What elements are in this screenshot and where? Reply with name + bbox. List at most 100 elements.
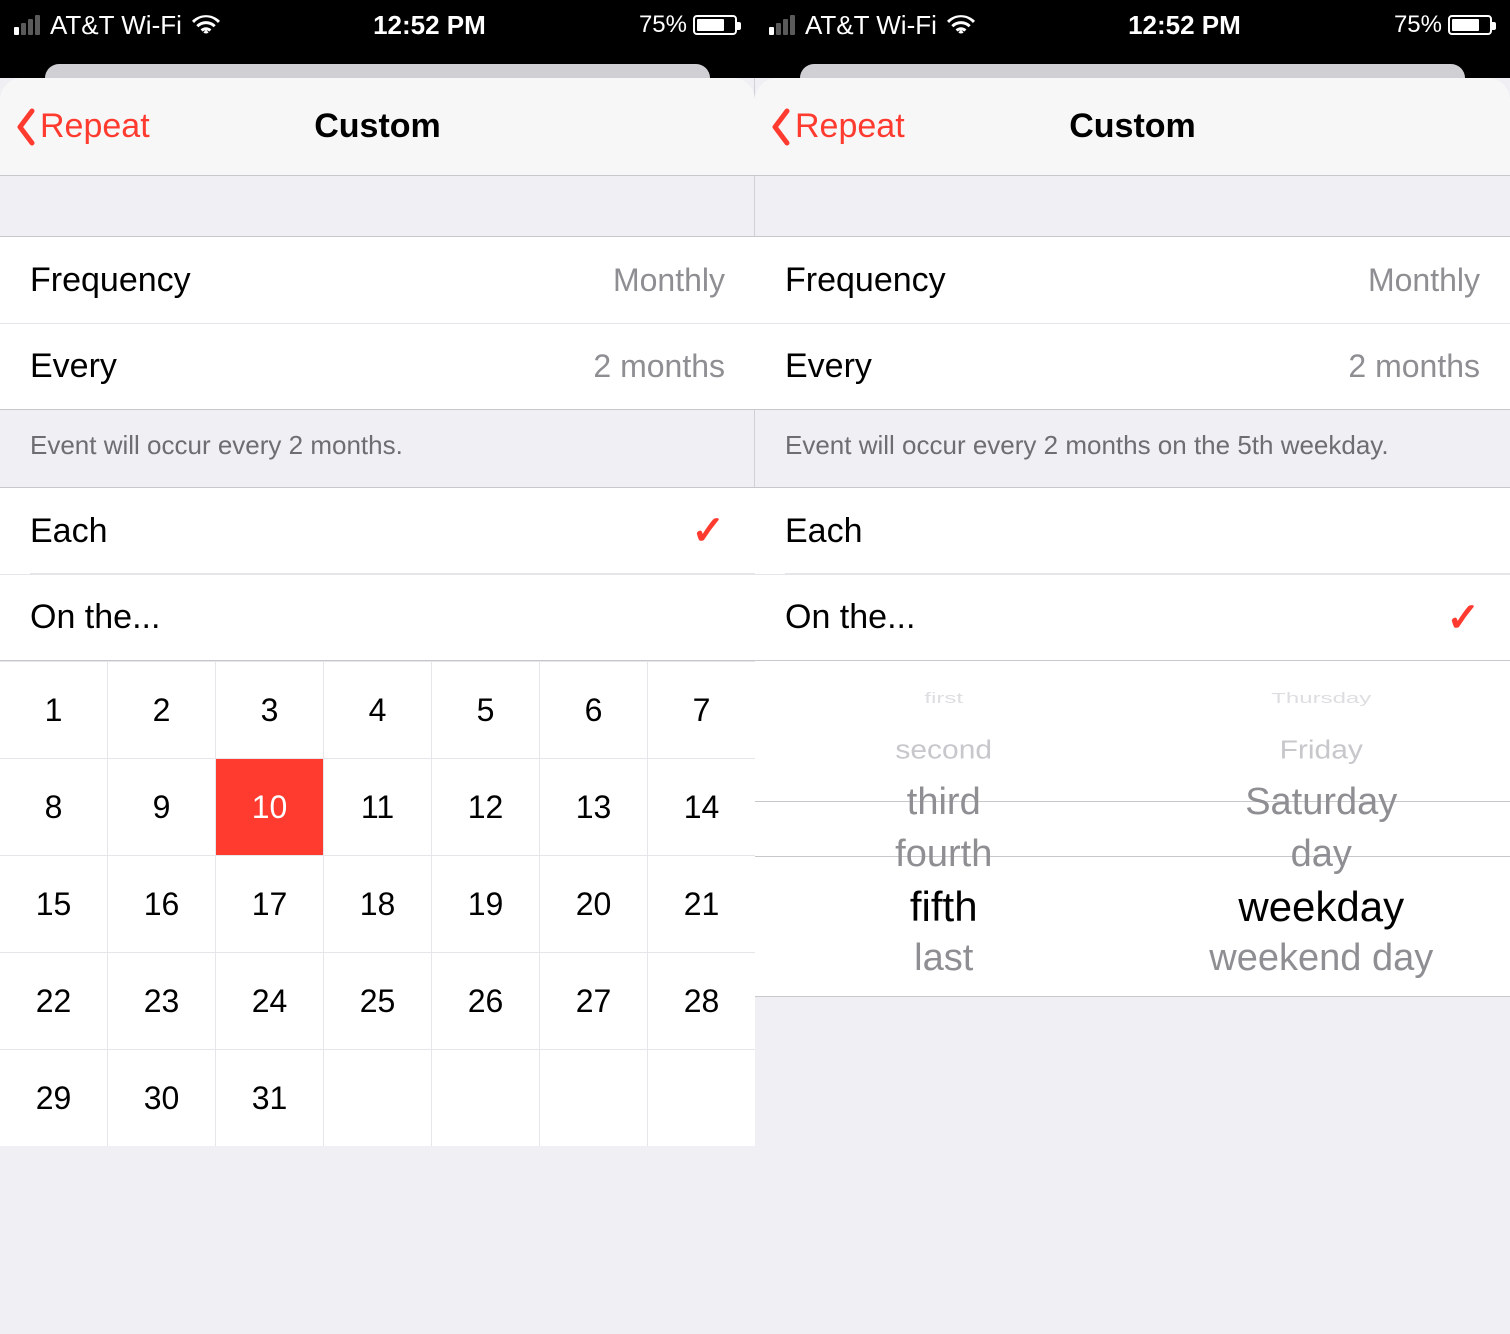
day-cell[interactable]: 9: [108, 759, 215, 855]
day-cell[interactable]: 16: [108, 856, 215, 952]
day-cell[interactable]: 18: [324, 856, 431, 952]
day-cell[interactable]: 31: [216, 1050, 323, 1146]
picker-row: first: [924, 683, 963, 714]
onthe-row[interactable]: On the...: [0, 574, 755, 660]
day-cell[interactable]: 1: [0, 662, 107, 758]
page-title: Custom: [1069, 107, 1196, 146]
battery-pct-label: 75%: [1394, 11, 1442, 39]
day-cell[interactable]: 23: [108, 953, 215, 1049]
day-cell[interactable]: 12: [432, 759, 539, 855]
day-cell[interactable]: 4: [324, 662, 431, 758]
frequency-value: Monthly: [1368, 262, 1480, 299]
sheet-backdrop: [0, 50, 755, 78]
day-cell: [324, 1050, 431, 1146]
picker-row: Saturday: [1245, 777, 1397, 829]
picker-row: third: [907, 777, 981, 829]
day-cell[interactable]: 7: [648, 662, 755, 758]
day-cell[interactable]: 27: [540, 953, 647, 1049]
frequency-row[interactable]: Frequency Monthly: [755, 237, 1510, 323]
day-cell: [432, 1050, 539, 1146]
nav-header: Repeat Custom: [755, 78, 1510, 176]
battery-icon: [693, 15, 737, 35]
picker-row: Friday: [1280, 728, 1363, 772]
battery-icon: [1448, 15, 1492, 35]
carrier-label: AT&T Wi-Fi: [50, 10, 182, 41]
carrier-label: AT&T Wi-Fi: [805, 10, 937, 41]
cell-signal-icon: [769, 15, 795, 35]
day-cell[interactable]: 25: [324, 953, 431, 1049]
onthe-label: On the...: [30, 598, 160, 637]
day-cell[interactable]: 29: [0, 1050, 107, 1146]
day-cell[interactable]: 5: [432, 662, 539, 758]
back-button[interactable]: Repeat: [769, 78, 905, 175]
back-button[interactable]: Repeat: [14, 78, 150, 175]
clock-label: 12:52 PM: [373, 10, 486, 41]
each-label: Each: [30, 512, 108, 551]
picker-wheel[interactable]: first second third fourth fifth last Thu…: [755, 661, 1510, 997]
wifi-icon: [192, 15, 220, 35]
every-row[interactable]: Every 2 months: [0, 323, 755, 409]
each-row[interactable]: Each: [755, 488, 1510, 574]
day-grid[interactable]: 1234567891011121314151617181920212223242…: [0, 661, 755, 1146]
each-row[interactable]: Each ✓: [0, 488, 755, 574]
picker-row-selected: fifth: [910, 881, 978, 933]
day-cell[interactable]: 13: [540, 759, 647, 855]
frequency-value: Monthly: [613, 262, 725, 299]
picker-row: last: [914, 933, 973, 985]
recurrence-summary: Event will occur every 2 months on the 5…: [755, 410, 1510, 487]
frequency-label: Frequency: [30, 261, 191, 300]
day-cell[interactable]: 30: [108, 1050, 215, 1146]
day-cell[interactable]: 8: [0, 759, 107, 855]
day-cell[interactable]: 21: [648, 856, 755, 952]
day-cell[interactable]: 6: [540, 662, 647, 758]
battery-indicator: 75%: [639, 11, 737, 39]
every-label: Every: [785, 347, 872, 386]
nav-header: Repeat Custom: [0, 78, 755, 176]
battery-pct-label: 75%: [639, 11, 687, 39]
sheet-backdrop: [755, 50, 1510, 78]
cell-signal-icon: [14, 15, 40, 35]
picker-day-column[interactable]: Thursday Friday Saturday day weekday wee…: [1133, 661, 1510, 996]
picker-row: day: [1291, 829, 1352, 881]
mode-group: Each ✓ On the...: [0, 487, 755, 661]
day-cell[interactable]: 10: [216, 759, 323, 855]
day-cell[interactable]: 2: [108, 662, 215, 758]
day-cell[interactable]: 24: [216, 953, 323, 1049]
battery-indicator: 75%: [1394, 11, 1492, 39]
screenshot-left: AT&T Wi-Fi 12:52 PM 75% R: [0, 0, 755, 1334]
day-cell[interactable]: 26: [432, 953, 539, 1049]
settings-group: Frequency Monthly Every 2 months: [755, 236, 1510, 410]
picker-ordinal-column[interactable]: first second third fourth fifth last: [755, 661, 1133, 996]
day-cell[interactable]: 20: [540, 856, 647, 952]
day-cell[interactable]: 19: [432, 856, 539, 952]
every-value: 2 months: [1348, 348, 1480, 385]
day-cell[interactable]: 22: [0, 953, 107, 1049]
day-cell[interactable]: 3: [216, 662, 323, 758]
onthe-row[interactable]: On the... ✓: [755, 574, 1510, 660]
day-cell: [648, 1050, 755, 1146]
day-cell[interactable]: 28: [648, 953, 755, 1049]
picker-row: Thursday: [1271, 683, 1371, 714]
recurrence-summary: Event will occur every 2 months.: [0, 410, 755, 487]
day-cell[interactable]: 15: [0, 856, 107, 952]
every-label: Every: [30, 347, 117, 386]
every-value: 2 months: [593, 348, 725, 385]
day-cell: [540, 1050, 647, 1146]
checkmark-icon: ✓: [691, 508, 725, 554]
day-cell[interactable]: 17: [216, 856, 323, 952]
picker-row: weekend day: [1209, 933, 1433, 985]
picker-row: second: [895, 728, 992, 772]
back-label: Repeat: [795, 107, 905, 146]
day-cell[interactable]: 11: [324, 759, 431, 855]
picker-row-selected: weekday: [1238, 881, 1404, 933]
page-title: Custom: [314, 107, 441, 146]
settings-group: Frequency Monthly Every 2 months: [0, 236, 755, 410]
status-bar: AT&T Wi-Fi 12:52 PM 75%: [755, 0, 1510, 50]
onthe-label: On the...: [785, 598, 915, 637]
back-label: Repeat: [40, 107, 150, 146]
clock-label: 12:52 PM: [1128, 10, 1241, 41]
frequency-row[interactable]: Frequency Monthly: [0, 237, 755, 323]
every-row[interactable]: Every 2 months: [755, 323, 1510, 409]
day-cell[interactable]: 14: [648, 759, 755, 855]
status-bar: AT&T Wi-Fi 12:52 PM 75%: [0, 0, 755, 50]
